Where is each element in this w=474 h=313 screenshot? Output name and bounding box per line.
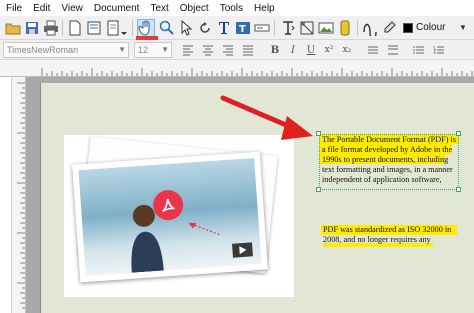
beach-photo [78, 157, 262, 277]
chevron-down-icon: ▼ [118, 45, 126, 54]
select-arrow-icon[interactable] [177, 19, 195, 37]
align-left-icon[interactable] [181, 43, 195, 57]
superscript-icon[interactable]: x² [322, 43, 336, 57]
menu-object[interactable]: Object [180, 3, 215, 14]
menu-text[interactable]: Text [150, 3, 174, 14]
open-folder-icon[interactable] [4, 19, 22, 37]
menu-edit[interactable]: Edit [33, 3, 56, 14]
paragraph-spacing-icon[interactable] [386, 43, 400, 57]
text-line: PDF was standardized as ISO 32000 in [323, 225, 452, 234]
photo-front-frame [72, 151, 268, 283]
font-size-select[interactable]: 12 ▼ [134, 42, 172, 58]
active-tool-indicator [136, 36, 158, 40]
zoom-icon[interactable] [158, 19, 176, 37]
hand-tool-icon[interactable] [137, 19, 155, 37]
print-icon[interactable] [42, 19, 60, 37]
chevron-down-icon: ▼ [161, 45, 169, 54]
font-size-value: 12 [138, 45, 149, 55]
eyedropper-icon[interactable] [380, 19, 398, 37]
side-panel [0, 77, 12, 313]
colour-swatch[interactable] [403, 23, 413, 33]
align-justify-icon[interactable] [241, 43, 255, 57]
text-line: text formatting and images, in a manner [322, 165, 453, 174]
vertical-ruler[interactable] [12, 77, 26, 313]
italic-icon[interactable]: I [286, 43, 300, 57]
numbered-list-icon[interactable] [432, 43, 446, 57]
menu-view[interactable]: View [61, 3, 89, 14]
subscript-icon[interactable]: x₂ [340, 43, 354, 57]
text-line: 1990s to present documents, including [322, 155, 449, 164]
menu-help[interactable]: Help [254, 3, 281, 14]
format-toolbar: TimesNewRoman ▼ 12 ▼ B I U x² x₂ [0, 40, 474, 60]
play-icon [232, 242, 253, 258]
paragraph-2[interactable]: PDF was standardized as ISO 32000 in 200… [323, 225, 473, 245]
menu-bar: File Edit View Document Text Object Tool… [0, 0, 474, 16]
resize-handle[interactable] [316, 131, 321, 136]
red-arrow-annotation [220, 95, 313, 140]
rotate-icon[interactable] [196, 19, 214, 37]
text-line: independent of application software, [322, 175, 442, 184]
text-line: 2008, and no longer requires any [323, 235, 431, 244]
page-layout-icon[interactable] [85, 19, 103, 37]
menu-tools[interactable]: Tools [220, 3, 249, 14]
text-style-icon[interactable]: T [234, 19, 252, 37]
curve-tool-icon[interactable] [361, 19, 379, 37]
menu-document[interactable]: Document [94, 3, 146, 14]
new-page-icon[interactable] [66, 19, 84, 37]
align-center-icon[interactable] [201, 43, 215, 57]
dropdown-icon[interactable] [119, 19, 129, 37]
form-field-icon[interactable] [253, 19, 271, 37]
colour-label[interactable]: Colour [416, 22, 445, 33]
font-family-select[interactable]: TimesNewRoman ▼ [3, 42, 129, 58]
text-tool-icon[interactable] [215, 19, 233, 37]
image-tool-icon[interactable] [317, 19, 335, 37]
font-family-value: TimesNewRoman [7, 45, 79, 55]
menu-file[interactable]: File [6, 3, 28, 14]
crop-icon[interactable] [298, 19, 316, 37]
text-line: a file format developed by Adobe in the [322, 145, 453, 154]
text-cursor-icon[interactable] [279, 19, 297, 37]
paragraph-1[interactable]: The Portable Document Format (PDF) is a … [322, 135, 472, 185]
dotted-arrow [188, 222, 220, 236]
line-spacing-icon[interactable] [366, 43, 380, 57]
save-icon[interactable] [23, 19, 41, 37]
align-right-icon[interactable] [221, 43, 235, 57]
main-toolbar: T Colour ▼ [0, 16, 474, 40]
svg-text:T: T [239, 24, 246, 35]
underline-icon[interactable]: U [304, 43, 318, 57]
bold-icon[interactable]: B [268, 43, 282, 57]
horizontal-ruler[interactable] [0, 60, 474, 77]
resize-handle[interactable] [456, 187, 461, 192]
bullet-list-icon[interactable] [412, 43, 426, 57]
chevron-down-icon[interactable]: ▼ [459, 23, 467, 32]
text-line: The Portable Document Format (PDF) is [322, 135, 456, 144]
highlight-tool-icon[interactable] [336, 19, 354, 37]
resize-handle[interactable] [316, 187, 321, 192]
